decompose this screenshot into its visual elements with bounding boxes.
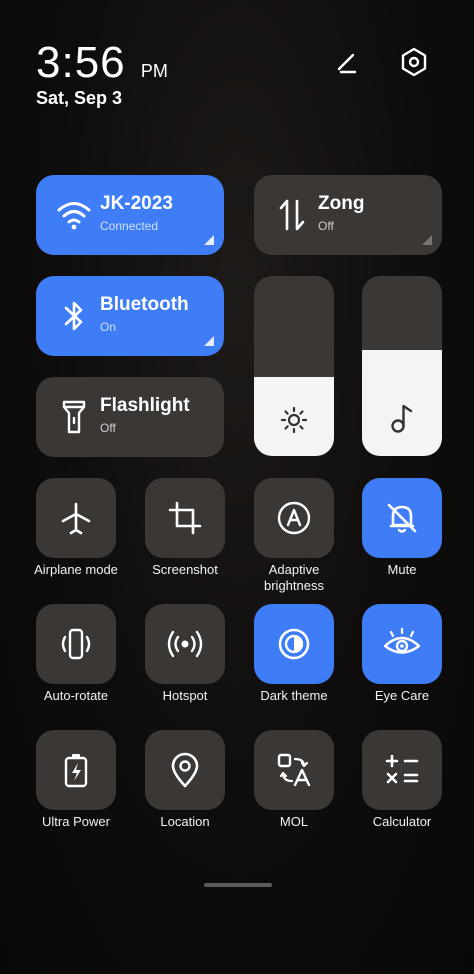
toggle-ultra-power[interactable] [36, 730, 116, 810]
flashlight-tile[interactable]: Flashlight Off [36, 377, 224, 457]
flashlight-icon [52, 395, 96, 439]
music-note-icon [362, 402, 442, 434]
brightness-slider[interactable] [254, 276, 334, 456]
edit-icon[interactable] [328, 44, 364, 80]
battery-bolt-icon [36, 730, 116, 810]
mobile-data-arrows-icon [270, 193, 314, 237]
toggle-label-eye-care: Eye Care [374, 688, 430, 703]
hotspot-icon [145, 604, 225, 684]
toggle-label-hotspot: Hotspot [162, 688, 208, 703]
clock-hours: 3:56 [36, 38, 126, 87]
expand-corner-icon[interactable] [204, 235, 214, 245]
toggle-label-dark-theme: Dark theme [260, 688, 328, 703]
settings-hexagon-icon[interactable] [396, 44, 432, 80]
toggle-auto-rotate[interactable] [36, 604, 116, 684]
toggle-label-mute: Mute [387, 562, 417, 577]
auto-brightness-icon [254, 478, 334, 558]
eye-icon [362, 604, 442, 684]
airplane-icon [36, 478, 116, 558]
bluetooth-tile[interactable]: Bluetooth On [36, 276, 224, 356]
bluetooth-icon [52, 294, 96, 338]
clock-ampm: PM [140, 61, 168, 81]
home-handle[interactable] [204, 883, 272, 887]
bell-off-icon [362, 478, 442, 558]
toggle-airplane-mode[interactable] [36, 478, 116, 558]
flashlight-status: Off [100, 421, 116, 435]
volume-slider[interactable] [362, 276, 442, 456]
toggle-label-airplane-mode: Airplane mode [34, 562, 118, 577]
toggle-label-calculator: Calculator [372, 814, 432, 829]
toggle-adaptive-brightness[interactable] [254, 478, 334, 558]
location-pin-icon [145, 730, 225, 810]
expand-corner-icon[interactable] [422, 235, 432, 245]
bluetooth-title: Bluetooth [100, 294, 189, 315]
expand-corner-icon[interactable] [204, 336, 214, 346]
translate-icon [254, 730, 334, 810]
toggle-mol[interactable] [254, 730, 334, 810]
brightness-icon [254, 406, 334, 434]
wifi-status: Connected [100, 219, 159, 233]
toggle-label-auto-rotate: Auto-rotate [43, 688, 109, 703]
mobile-data-tile[interactable]: Zong Off [254, 175, 442, 255]
bluetooth-status: On [100, 320, 117, 334]
toggle-eye-care[interactable] [362, 604, 442, 684]
wifi-icon [52, 193, 96, 237]
dark-theme-icon [254, 604, 334, 684]
clock-date: Sat, Sep 3 [36, 88, 123, 108]
toggle-label-location: Location [160, 814, 210, 829]
toggle-dark-theme[interactable] [254, 604, 334, 684]
wifi-network-name: JK-2023 [100, 193, 173, 214]
toggle-location[interactable] [145, 730, 225, 810]
toggle-hotspot[interactable] [145, 604, 225, 684]
toggle-label-ultra-power: Ultra Power [42, 814, 110, 829]
rotate-icon [36, 604, 116, 684]
toggle-label-adaptive-brightness: Adaptive brightness [264, 562, 324, 593]
wifi-tile[interactable]: JK-2023 Connected [36, 175, 224, 255]
carrier-name: Zong [318, 193, 365, 214]
flashlight-title: Flashlight [100, 395, 190, 416]
toggle-mute[interactable] [362, 478, 442, 558]
toggle-screenshot[interactable] [145, 478, 225, 558]
toggle-label-mol: MOL [279, 814, 309, 829]
toggle-label-screenshot: Screenshot [152, 562, 218, 577]
crop-icon [145, 478, 225, 558]
mobile-data-status: Off [318, 219, 334, 233]
calculator-icon [362, 730, 442, 810]
toggle-calculator[interactable] [362, 730, 442, 810]
